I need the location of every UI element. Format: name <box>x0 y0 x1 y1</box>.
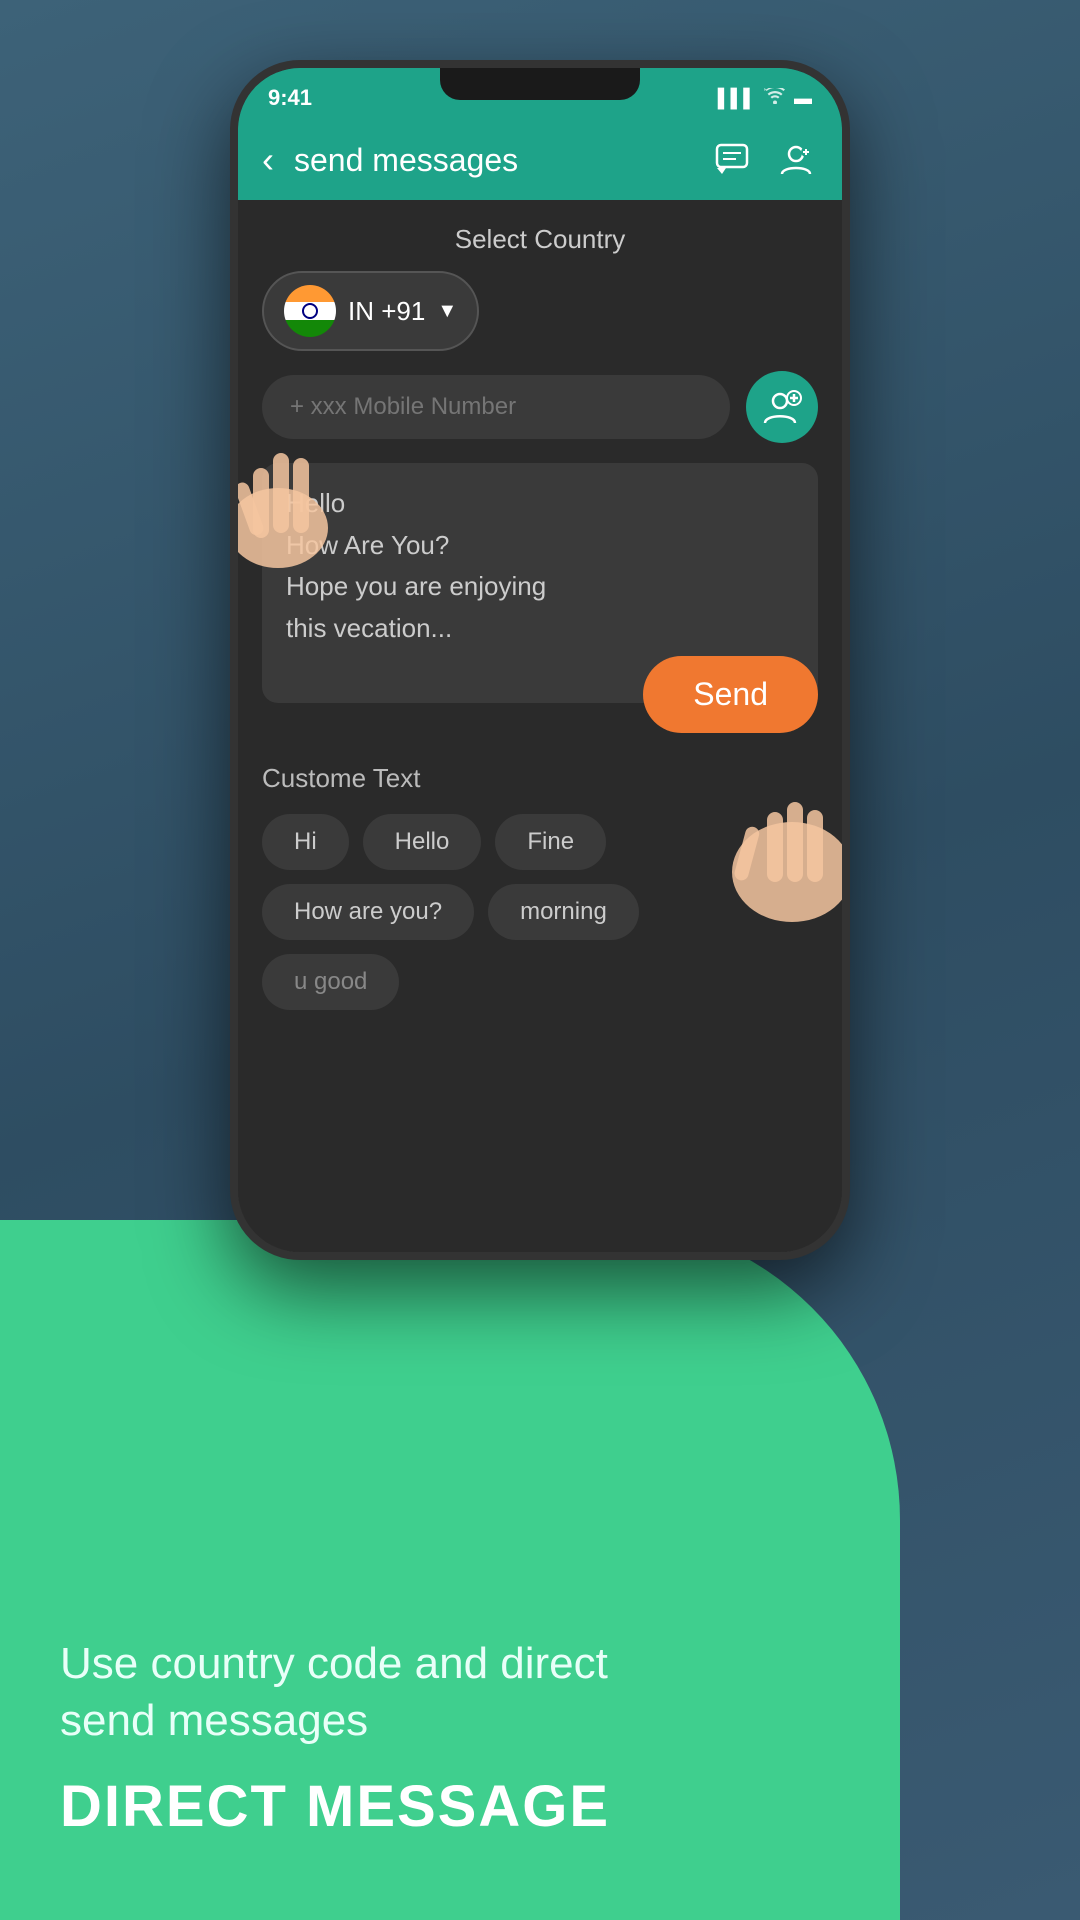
signal-icon: ▌▌▌ <box>718 88 756 109</box>
country-flag <box>284 285 336 337</box>
wifi-icon <box>764 88 786 109</box>
hand-left-decoration <box>230 408 358 568</box>
app-header: ‹ send messages <box>238 120 842 200</box>
dropdown-arrow-icon: ▼ <box>437 300 457 323</box>
bottom-text-section: Use country code and direct send message… <box>60 1635 610 1840</box>
battery-icon: ▬ <box>794 88 812 109</box>
send-button[interactable]: Send <box>643 656 818 733</box>
phone-frame: 9:41 ▌▌▌ ▬ ‹ send messages <box>230 60 850 1260</box>
chip-fine[interactable]: Fine <box>495 814 606 870</box>
chip-hi[interactable]: Hi <box>262 814 349 870</box>
select-country-label: Select Country <box>238 200 842 271</box>
country-code-text: IN +91 <box>348 296 425 327</box>
hand-right-decoration <box>702 772 850 972</box>
header-icons <box>710 138 818 182</box>
country-selector[interactable]: IN +91 ▼ <box>262 271 479 351</box>
chip-hello[interactable]: Hello <box>363 814 482 870</box>
app-content: Select Country IN +91 ▼ <box>238 200 842 1252</box>
bottom-tagline: Use country code and direct send message… <box>60 1635 610 1749</box>
bottom-title: DIRECT MESSAGE <box>60 1773 610 1840</box>
back-button[interactable]: ‹ <box>262 139 274 181</box>
phone-notch <box>440 68 640 100</box>
status-time: 9:41 <box>268 85 312 111</box>
country-selector-row: IN +91 ▼ <box>238 271 842 351</box>
chat-icon-button[interactable] <box>710 138 754 182</box>
chip-u-good[interactable]: u good <box>262 954 399 1010</box>
header-title: send messages <box>294 142 690 179</box>
add-contact-button[interactable] <box>746 371 818 443</box>
message-content: Hello How Are You? Hope you are enjoying… <box>286 483 794 649</box>
contact-icon-button[interactable] <box>774 138 818 182</box>
chip-morning[interactable]: morning <box>488 884 639 940</box>
chip-how-are-you[interactable]: How are you? <box>262 884 474 940</box>
phone-mockup: 9:41 ▌▌▌ ▬ ‹ send messages <box>230 60 850 1260</box>
status-icons: ▌▌▌ ▬ <box>718 88 812 109</box>
